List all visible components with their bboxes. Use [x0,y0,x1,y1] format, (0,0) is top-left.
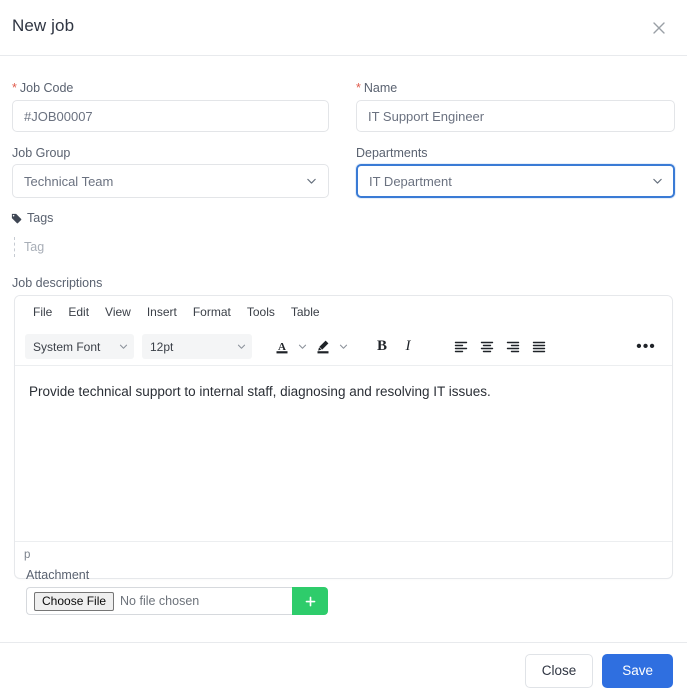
highlight-color-icon[interactable] [310,334,336,360]
job-code-label: * Job Code [12,80,73,96]
menu-item-table[interactable]: Table [284,302,327,322]
modal-body: *Job Code *Name Job Group Technical Team… [0,56,687,642]
menu-item-insert[interactable]: Insert [140,302,184,322]
job-group-select[interactable]: Technical Team [12,164,329,198]
attachment-row: Choose File No file chosen [26,587,328,615]
plus-icon [305,596,315,606]
attachment-label: Attachment [26,568,90,582]
rich-text-editor: File Edit View Insert Format Tools Table… [14,295,673,579]
job-descriptions-label: Job descriptions [12,276,103,290]
departments-select[interactable]: IT Department [356,164,675,198]
align-center-icon[interactable] [474,334,500,360]
tags-label: Tags [11,210,53,226]
tags-placeholder[interactable]: Tag [14,237,44,257]
text-color-chevron-down-icon[interactable] [295,334,310,360]
tags-input[interactable]: Tag [14,235,44,259]
save-button[interactable]: Save [602,653,673,688]
required-marker: * [356,81,361,95]
align-right-icon[interactable] [500,334,526,360]
font-size-value: 12pt [150,339,174,354]
name-label-text: Name [363,81,398,95]
align-left-icon[interactable] [448,334,474,360]
tags-label-text: Tags [27,211,54,225]
bold-button[interactable]: B [369,334,395,360]
align-justify-icon[interactable] [526,334,552,360]
modal-footer: Close Save [0,642,687,698]
add-attachment-button[interactable] [292,587,328,615]
job-group-select-value[interactable]: Technical Team [12,164,329,198]
job-code-input[interactable] [12,100,329,132]
editor-toolbar: System Font 12pt A B I ••• [15,328,672,366]
tag-icon [11,213,22,224]
departments-label: Departments [356,146,428,160]
font-family-select[interactable]: System Font [25,334,134,359]
modal-header: New job [0,0,687,56]
editor-menubar: File Edit View Insert Format Tools Table [15,296,672,328]
departments-select-value[interactable]: IT Department [356,164,675,198]
file-input[interactable]: Choose File No file chosen [26,587,292,615]
file-status-text: No file chosen [120,594,200,608]
font-family-value: System Font [33,339,101,354]
menu-item-view[interactable]: View [98,302,138,322]
choose-file-button[interactable]: Choose File [34,591,115,611]
close-button[interactable]: Close [524,653,594,688]
editor-content[interactable]: Provide technical support to internal st… [15,366,672,541]
menu-item-file[interactable]: File [26,302,59,322]
job-group-label: Job Group [12,146,71,160]
name-input[interactable] [356,100,675,132]
name-label: * Name [356,80,397,96]
menu-item-format[interactable]: Format [186,302,238,322]
italic-button[interactable]: I [395,334,421,360]
job-code-label-text: Job Code [19,81,74,95]
font-size-select[interactable]: 12pt [142,334,252,359]
menu-item-tools[interactable]: Tools [240,302,282,322]
chevron-down-icon [118,341,129,352]
new-job-modal: New job *Job Code *Name Job Group Techni… [0,0,687,698]
required-marker: * [12,81,17,95]
editor-statusbar: p [15,541,672,568]
more-toolbar-options-button[interactable]: ••• [634,335,658,359]
highlight-color-chevron-down-icon[interactable] [336,334,351,360]
element-path[interactable]: p [24,549,30,561]
close-icon[interactable] [645,14,673,42]
menu-item-edit[interactable]: Edit [61,302,96,322]
text-color-icon[interactable]: A [269,334,295,360]
chevron-down-icon [236,341,247,352]
page-title: New job [12,16,75,35]
